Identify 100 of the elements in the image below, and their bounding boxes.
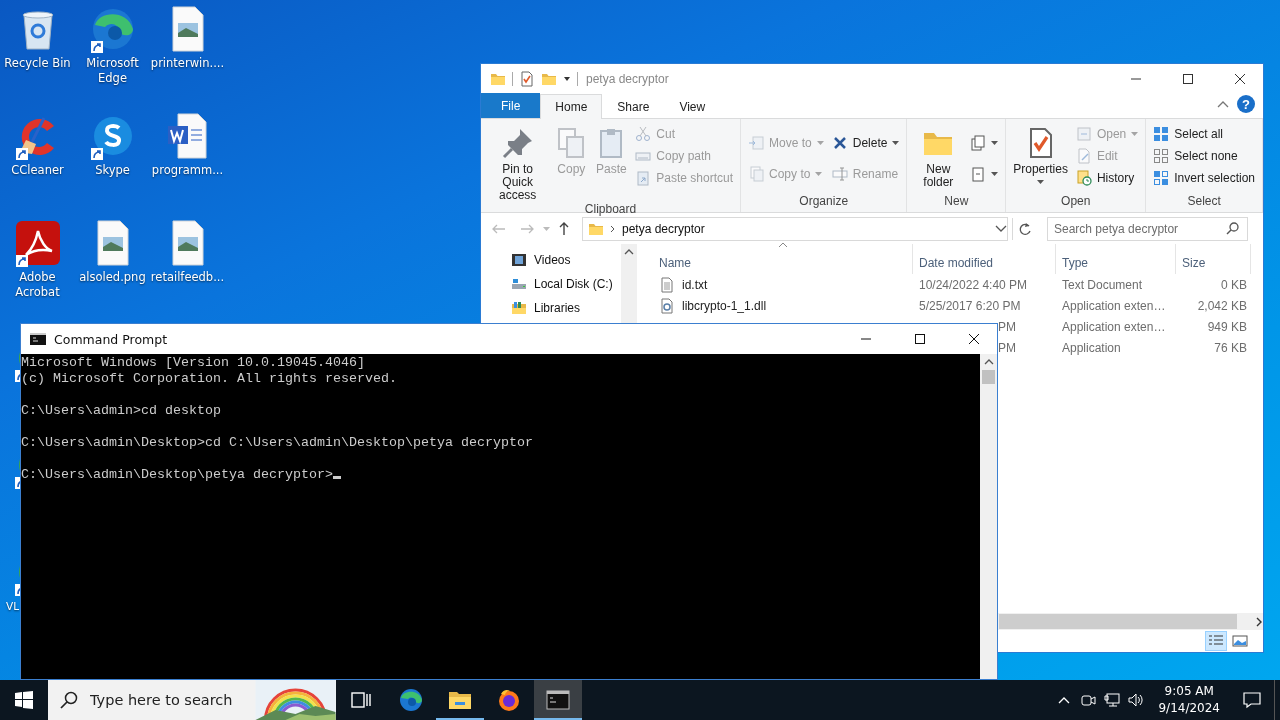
refresh-icon[interactable] xyxy=(1017,221,1031,236)
icon-label[interactable]: programm... xyxy=(151,163,224,178)
terminal-icon xyxy=(546,688,570,712)
ribbon-button[interactable]: Invert selection xyxy=(1150,167,1258,189)
clock-date[interactable]: 9/14/2024 xyxy=(1158,700,1220,717)
caret-icon[interactable] xyxy=(563,74,571,83)
table-cell-text: 2,042 KB xyxy=(1196,298,1248,313)
dropdown-caret-icon[interactable] xyxy=(991,172,999,177)
camera-icon[interactable] xyxy=(1080,692,1097,708)
ribbon-button[interactable]: History xyxy=(1072,167,1142,189)
desktop-icon[interactable] xyxy=(13,219,62,267)
address-bar[interactable]: petya decryptor xyxy=(582,216,1008,241)
ribbon-button[interactable]: Delete xyxy=(828,131,903,154)
table-cell-text: 10/24/2022 4:40 PM xyxy=(918,277,1029,292)
ribbon-tab[interactable]: View xyxy=(664,94,721,118)
console-line: C:\Users\admin\Desktop\petya decryptor> xyxy=(21,467,980,483)
console-line: (c) Microsoft Corporation. All rights reserved. xyxy=(21,371,398,387)
clipboard-icon xyxy=(635,170,652,186)
ribbon-tab[interactable]: Share xyxy=(602,94,665,118)
edit-icon xyxy=(1075,148,1092,164)
ribbon-button[interactable]: Properties xyxy=(1010,123,1071,184)
maximize-icon[interactable] xyxy=(915,334,925,344)
file-name[interactable]: id.txt xyxy=(682,277,708,292)
table-cell-text: Application xyxy=(1061,340,1122,355)
icon-label[interactable]: alsoled.png xyxy=(79,270,146,285)
notifications-icon[interactable] xyxy=(1243,691,1261,709)
ribbon-button[interactable]: Pin to Quick access xyxy=(485,123,551,202)
taskbar-app-button[interactable] xyxy=(534,680,582,720)
column-header[interactable]: Name xyxy=(653,244,913,274)
dropdown-caret-icon[interactable] xyxy=(991,140,999,145)
console-line: Microsoft Windows [Version 10.0.19045.4046] xyxy=(21,355,366,371)
column-header[interactable]: Date modified xyxy=(913,244,1056,274)
table-cell-text: 5/25/2017 6:20 PM xyxy=(918,298,1022,313)
scrollbar-thumb[interactable] xyxy=(999,614,1237,629)
breadcrumb[interactable]: petya decryptor xyxy=(622,221,705,236)
chevron-icon xyxy=(610,224,616,233)
file-name[interactable]: libcrypto-1_1.dll xyxy=(682,298,767,313)
edge-icon xyxy=(399,688,423,712)
group-label: Select xyxy=(1186,194,1222,210)
network-icon[interactable] xyxy=(1104,692,1121,708)
icon-label[interactable]: VL xyxy=(6,599,20,614)
new-item-icon xyxy=(970,134,987,151)
table-cell-text: 76 KB xyxy=(1213,340,1248,355)
clock-time[interactable]: 9:05 AM xyxy=(1164,683,1214,700)
file-menu-button[interactable]: File xyxy=(481,93,541,118)
volume-icon[interactable] xyxy=(1128,692,1145,708)
group-label: Open xyxy=(1060,194,1092,210)
ribbon-button[interactable]: Select all xyxy=(1150,123,1258,145)
close-icon[interactable] xyxy=(1235,73,1245,84)
scrollbar-thumb[interactable] xyxy=(982,370,995,384)
ribbon-tab[interactable]: Home xyxy=(540,94,603,119)
table-cell-text: 949 KB xyxy=(1206,319,1248,334)
view-button[interactable] xyxy=(1205,631,1227,651)
table-cell-text: PM xyxy=(997,319,1017,334)
icon-label[interactable]: Microsoft Edge xyxy=(75,56,150,86)
page-icon xyxy=(970,166,987,183)
search-icon[interactable] xyxy=(1226,222,1239,235)
task-view-icon[interactable] xyxy=(351,691,371,709)
chevron-down-icon[interactable] xyxy=(995,225,1007,232)
icon-label[interactable]: retailfeedb... xyxy=(150,270,225,285)
history-icon xyxy=(1075,170,1092,186)
ribbon-button[interactable]: Select none xyxy=(1150,145,1258,167)
search-icon xyxy=(60,691,78,709)
search-field[interactable]: Type here to search xyxy=(78,691,255,709)
pin-icon xyxy=(501,127,534,159)
tray-chevron-icon[interactable] xyxy=(1058,695,1071,705)
icon-label[interactable]: Recycle Bin xyxy=(4,56,71,71)
group-label: New xyxy=(943,194,970,210)
icon-label[interactable]: Adobe Acrobat xyxy=(0,270,75,300)
collapse-chevron-icon[interactable] xyxy=(1217,99,1229,109)
column-header[interactable]: Size xyxy=(1176,244,1251,274)
window-title: Command Prompt xyxy=(54,331,169,347)
delete-icon xyxy=(831,134,848,151)
console-line: C:\Users\admin>cd desktop xyxy=(21,403,222,419)
icon-label[interactable]: Skype xyxy=(95,163,130,178)
dropdown-caret-icon[interactable] xyxy=(1037,180,1045,184)
table-cell-text: PM xyxy=(997,340,1017,355)
group-label: Clipboard xyxy=(583,202,638,216)
help-button[interactable]: ? xyxy=(1237,95,1255,113)
nav-item[interactable]: Videos xyxy=(481,248,621,272)
ribbon-button[interactable]: New folder xyxy=(911,123,966,189)
column-header[interactable]: Type xyxy=(1056,244,1176,274)
search-box[interactable]: Type here to search xyxy=(48,680,336,720)
nav-item[interactable]: Local Disk (C:) xyxy=(481,272,621,296)
close-icon[interactable] xyxy=(969,334,979,344)
search-field[interactable]: Search petya decryptor xyxy=(1047,216,1248,241)
film-icon xyxy=(511,252,527,268)
rename-icon xyxy=(831,166,848,183)
icon-label[interactable]: CCleaner xyxy=(11,163,64,178)
properties-icon[interactable] xyxy=(519,70,535,87)
large-icons-view-icon xyxy=(1232,633,1248,649)
maximize-icon[interactable] xyxy=(1183,73,1193,84)
copy-icon xyxy=(748,166,765,183)
table-cell-text: Application exten… xyxy=(1061,298,1167,313)
firefox-icon xyxy=(497,688,521,712)
dropdown-caret-icon[interactable] xyxy=(892,140,900,145)
nav-item[interactable]: Libraries xyxy=(481,296,621,320)
up-icon[interactable] xyxy=(558,220,570,237)
icon-label[interactable]: printerwin.... xyxy=(150,56,225,71)
start-icon[interactable] xyxy=(15,691,33,709)
